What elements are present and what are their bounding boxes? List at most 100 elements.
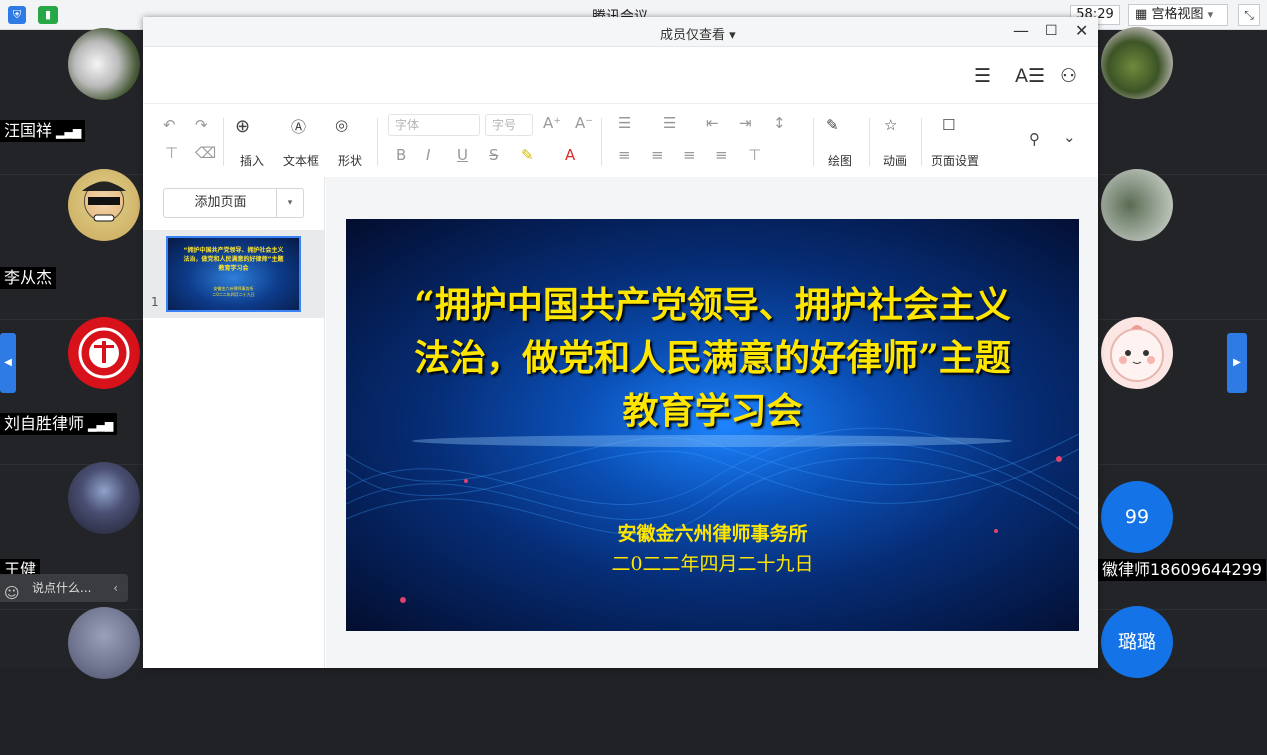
slide-thumbnail[interactable]: “拥护中国共产党领导、拥护社会主义 法治，做党和人民满意的好律师”主题 教育学习会 …: [166, 236, 301, 312]
chevron-down-icon: ▾: [1207, 8, 1214, 21]
participant-name-tag: 徽律师18609644299: [1098, 559, 1266, 581]
insert-icon[interactable]: ⊕: [235, 116, 250, 137]
font-family-select[interactable]: 字体: [388, 114, 480, 136]
slide-date: 二0二二年四月二十九日: [611, 553, 814, 575]
participant-tile[interactable]: 璐璐: [1098, 606, 1267, 755]
participant-name-tag: 刘自胜律师 ▂▄▆: [0, 413, 118, 435]
audio-signal-icon: ▂▄▆: [56, 126, 82, 139]
thumbnail-footer: 安徽金六州律师事务所 二0二二年四月二十九日: [212, 286, 255, 297]
chat-input[interactable]: ☺ 说点什么... ‹: [0, 574, 128, 602]
prev-page-arrow[interactable]: ◀: [0, 333, 16, 393]
cartoon-face-icon: [82, 182, 126, 222]
indent-icon[interactable]: ⇥: [739, 114, 752, 132]
chat-placeholder: 说点什么...: [32, 581, 92, 595]
maximize-icon[interactable]: ☐: [1045, 23, 1058, 39]
next-page-arrow[interactable]: ▶: [1227, 333, 1247, 393]
menu-icon[interactable]: ☰: [974, 65, 991, 87]
redo-icon[interactable]: ↷: [195, 116, 208, 134]
avatar-badge: 璐璐: [1101, 606, 1173, 678]
shape-icon[interactable]: ◎: [335, 116, 348, 134]
participant-name: 李从杰: [4, 268, 53, 287]
strikethrough-icon[interactable]: S: [489, 146, 499, 164]
permission-dropdown[interactable]: 成员仅查看 ▾: [660, 24, 736, 43]
draw-icon[interactable]: ✎: [826, 116, 839, 134]
chevron-down-icon[interactable]: ⌄: [1063, 128, 1076, 146]
thumbnail-title: “拥护中国共产党领导、拥护社会主义 法治，做党和人民满意的好律师”主题 教育学习会: [183, 247, 284, 272]
network-signal-icon[interactable]: ▮: [38, 6, 58, 24]
participant-name-tag: 李从杰: [0, 267, 57, 289]
decrease-font-icon[interactable]: A⁻: [575, 114, 593, 132]
avatar: [1101, 317, 1173, 389]
participant-name: 刘自胜律师: [4, 414, 85, 433]
increase-font-icon[interactable]: A⁺: [543, 114, 561, 132]
search-icon[interactable]: ⚲: [1029, 130, 1040, 148]
add-page-button[interactable]: 添加页面 ▾: [163, 188, 304, 218]
animation-label: 动画: [883, 154, 908, 168]
court-emblem-icon: [78, 327, 130, 379]
page-setup-label: 页面设置: [931, 154, 980, 168]
slide-thumbnail-row[interactable]: 1 “拥护中国共产党领导、拥护社会主义 法治，做党和人民满意的好律师”主题 教育学习…: [143, 230, 325, 318]
eraser-icon[interactable]: ⌫: [195, 144, 216, 162]
avatar: [68, 317, 140, 389]
close-icon[interactable]: ✕: [1075, 21, 1088, 40]
vertical-align-icon[interactable]: ⊤: [748, 146, 761, 164]
underline-icon[interactable]: U: [457, 146, 468, 164]
participant-tile[interactable]: 李从杰: [0, 169, 143, 320]
slide-organization: 安徽金六州律师事务所: [617, 523, 808, 545]
shared-document-window: 成员仅查看 ▾ — ☐ ✕ ☰ A☰ ⚇ ↶ ↷ ⊤ ⌫ ⊕ Ⓐ ◎ 插入 文本…: [143, 17, 1098, 668]
chevron-down-icon[interactable]: ▾: [276, 189, 303, 217]
font-color-icon[interactable]: A: [565, 146, 575, 164]
participant-name: 徽律师18609644299: [1102, 560, 1262, 579]
avatar: [1101, 27, 1173, 99]
bold-icon[interactable]: B: [396, 146, 406, 164]
font-size-select[interactable]: 字号: [485, 114, 533, 136]
justify-icon[interactable]: ≡: [715, 146, 728, 164]
avatar: [68, 169, 140, 241]
format-painter-icon[interactable]: ⊤: [165, 144, 178, 162]
grid-icon: ▦: [1135, 7, 1148, 22]
participant-tile[interactable]: [1098, 27, 1267, 175]
textbox-label: 文本框: [283, 154, 320, 168]
highlight-icon[interactable]: ✎: [521, 146, 534, 164]
slide-title: “拥护中国共产党领导、拥护社会主义 法治，做党和人民满意的好律师”主题 教育学习…: [414, 284, 1011, 432]
exit-fullscreen-icon[interactable]: ⤡: [1238, 4, 1260, 26]
participant-tile[interactable]: [1098, 169, 1267, 320]
participant-name: 汪国祥: [4, 121, 53, 140]
slide-number: 1: [151, 295, 159, 309]
italic-icon[interactable]: I: [426, 146, 430, 164]
add-page-label: 添加页面: [194, 195, 247, 210]
participant-tile[interactable]: [0, 607, 143, 755]
participant-tile[interactable]: 刘自胜律师 ▂▄▆: [0, 317, 143, 465]
outdent-icon[interactable]: ⇤: [706, 114, 719, 132]
align-center-icon[interactable]: ≡: [651, 146, 664, 164]
text-size-icon[interactable]: A☰: [1015, 65, 1045, 87]
view-mode-label: 宫格视图: [1151, 7, 1204, 22]
participant-tile[interactable]: 汪国祥 ▂▄▆: [0, 28, 143, 175]
collaborators-icon[interactable]: ⚇: [1060, 65, 1077, 87]
line-spacing-icon[interactable]: ↕: [773, 114, 786, 132]
participant-tile[interactable]: 99 徽律师18609644299: [1098, 465, 1267, 610]
security-shield-icon[interactable]: ⛨: [8, 6, 26, 24]
align-left-icon[interactable]: ≡: [618, 146, 631, 164]
participant-name-tag: 汪国祥 ▂▄▆: [0, 120, 86, 142]
doc-header: ☰ A☰ ⚇: [143, 47, 1098, 104]
avatar-badge: 99: [1101, 481, 1173, 553]
avatar: [1101, 169, 1173, 241]
editor-toolbar: ↶ ↷ ⊤ ⌫ ⊕ Ⓐ ◎ 插入 文本框 形状 字体 字号 A⁺ A⁻ B I …: [143, 104, 1098, 179]
slide-canvas: “拥护中国共产党领导、拥护社会主义 法治，做党和人民满意的好律师”主题 教育学习…: [326, 177, 1098, 668]
avatar: [68, 607, 140, 679]
chevron-left-icon[interactable]: ‹: [113, 574, 118, 602]
minimize-icon[interactable]: —: [1013, 21, 1029, 40]
bullet-list-icon[interactable]: ☰: [618, 114, 631, 132]
undo-icon[interactable]: ↶: [163, 116, 176, 134]
emoji-icon[interactable]: ☺: [4, 579, 20, 607]
textbox-icon[interactable]: Ⓐ: [291, 116, 306, 137]
insert-label: 插入: [240, 154, 265, 168]
avatar: [68, 28, 140, 100]
animation-icon[interactable]: ☆: [884, 116, 897, 134]
page-setup-icon[interactable]: ☐: [942, 116, 955, 134]
numbered-list-icon[interactable]: ☰: [663, 114, 676, 132]
view-mode-button[interactable]: ▦ 宫格视图 ▾: [1128, 4, 1228, 26]
avatar: [68, 462, 140, 534]
align-right-icon[interactable]: ≡: [683, 146, 696, 164]
